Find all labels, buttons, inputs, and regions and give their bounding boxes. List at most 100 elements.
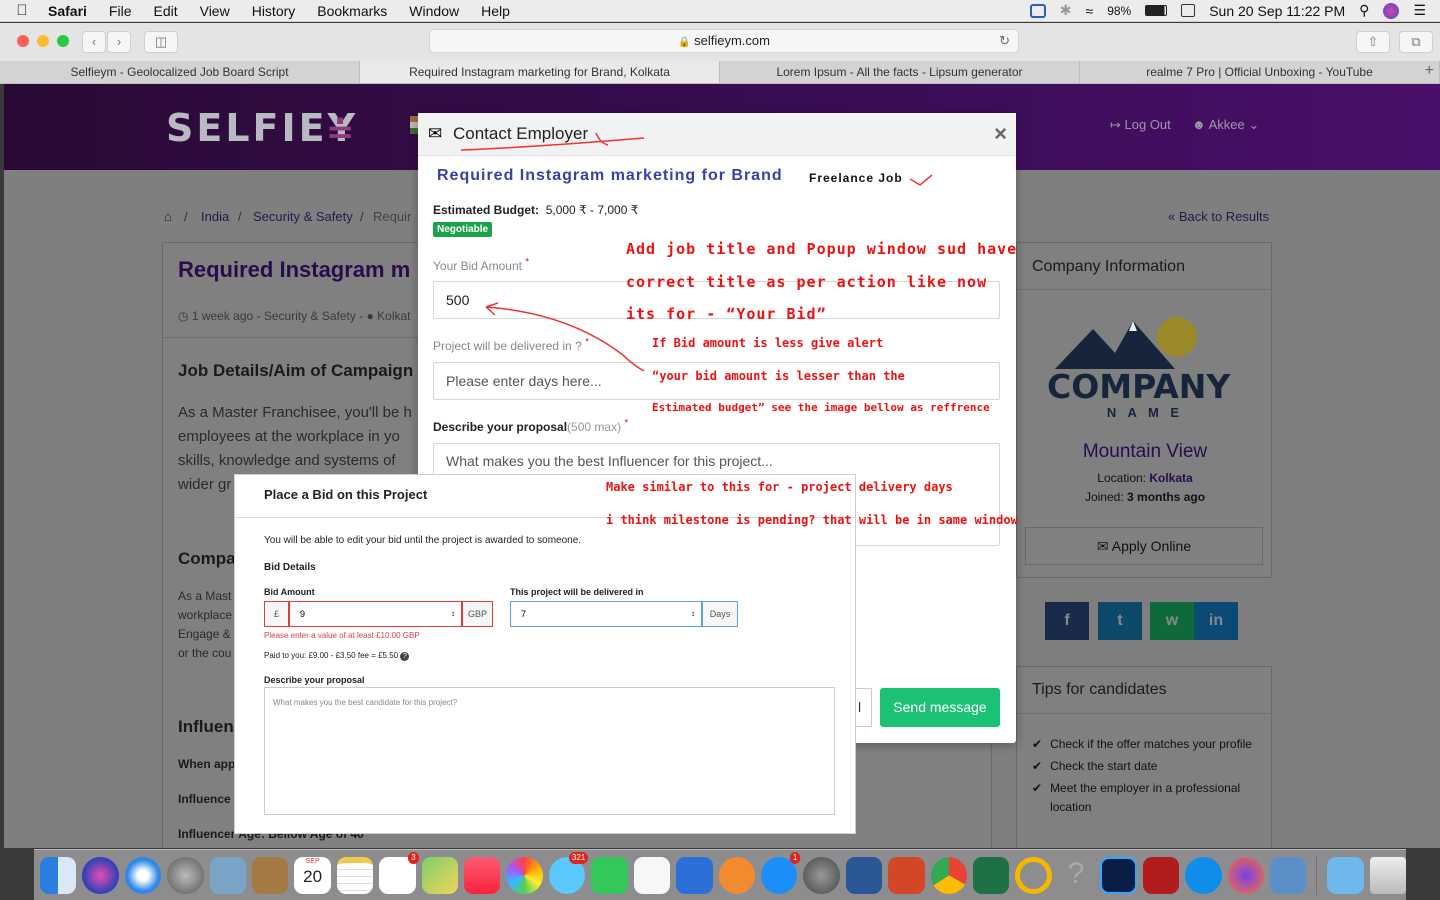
apply-online-button[interactable]: ✉ Apply Online — [1025, 527, 1263, 565]
calendar-icon[interactable]: SEP 20 — [294, 856, 331, 894]
annotation-text: Make similar to this for - project deliv… — [606, 480, 953, 494]
clock[interactable]: Sun 20 Sep 11:22 PM — [1209, 3, 1345, 19]
back-button[interactable]: ‹ — [82, 31, 106, 53]
finder-icon[interactable] — [40, 856, 77, 894]
tabs-overview-icon[interactable]: ⧉ — [1399, 31, 1433, 53]
stepper-icon[interactable]: ↕ — [691, 602, 695, 626]
section-job-details: Job Details/Aim of Campaign — [178, 361, 414, 380]
annotation-text: Estimated budget” see the image bellow a… — [652, 401, 990, 414]
bid-amount-input[interactable]: 9 ↕ — [289, 601, 462, 627]
trash-icon[interactable] — [1369, 856, 1407, 894]
music-icon[interactable] — [464, 856, 501, 894]
pages-icon[interactable] — [633, 856, 671, 894]
chrome-icon[interactable] — [930, 856, 967, 894]
breadcrumb-india[interactable]: India — [201, 209, 229, 224]
notes-icon[interactable] — [336, 856, 374, 894]
tab-selfieym[interactable]: Selfieym - Geolocalized Job Board Script — [0, 61, 360, 83]
when-label: When app — [178, 757, 236, 771]
stepper-icon[interactable]: ↕ — [451, 602, 455, 626]
tab-youtube[interactable]: realme 7 Pro | Official Unboxing - YouTu… — [1080, 61, 1440, 83]
image-capture-icon[interactable] — [1270, 856, 1307, 894]
help-icon[interactable]: ? — [1058, 857, 1094, 894]
excel-icon[interactable] — [972, 856, 1010, 894]
days-unit: Days — [702, 601, 738, 627]
proposal-textarea[interactable]: What makes you the best candidate for th… — [264, 687, 835, 815]
tab-lipsum[interactable]: Lorem Ipsum - All the facts - Lipsum gen… — [720, 61, 1080, 83]
job-meta: ◷ 1 week ago - Security & Safety - ● Kol… — [178, 309, 411, 323]
reminders-icon[interactable]: 3 — [379, 851, 419, 894]
menu-window[interactable]: Window — [398, 3, 470, 19]
launchpad-icon[interactable] — [167, 856, 204, 894]
firefox-icon[interactable] — [1227, 856, 1264, 894]
annotation-text: “your bid amount is lesser than the — [652, 369, 905, 383]
window-zoom-button[interactable] — [57, 35, 69, 47]
delivery-label: This project will be delivered in — [510, 587, 644, 597]
menu-bar:  Safari File Edit View History Bookmark… — [0, 0, 1440, 22]
preview-icon[interactable] — [209, 856, 247, 894]
annotation-text: its for - “Your Bid” — [626, 305, 827, 323]
tab-instagram-job[interactable]: Required Instagram marketing for Brand, … — [360, 61, 720, 83]
filezilla-icon[interactable] — [1142, 856, 1180, 894]
keynote-icon[interactable] — [676, 856, 713, 894]
forward-button[interactable]: › — [107, 31, 131, 53]
linkedin-share-button[interactable]: in — [1194, 602, 1238, 640]
system-preferences-icon[interactable] — [803, 856, 840, 894]
battery-icon[interactable] — [1145, 5, 1168, 16]
apple-icon[interactable]:  — [0, 2, 44, 19]
send-message-button[interactable]: Send message — [880, 688, 1000, 727]
spotlight-search-icon[interactable]: ⚲ — [1359, 2, 1369, 19]
photos-icon[interactable] — [506, 856, 543, 894]
new-tab-button[interactable]: + — [1425, 62, 1434, 80]
company-name[interactable]: Mountain View — [1017, 441, 1273, 463]
wifi-icon[interactable]: ≈ — [1086, 3, 1094, 19]
share-icon[interactable]: ⇧ — [1356, 31, 1390, 53]
word-icon[interactable] — [845, 856, 883, 894]
place-bid-title: Place a Bid on this Project — [264, 487, 428, 502]
powerpoint-icon[interactable] — [888, 856, 925, 894]
whatsapp-share-button[interactable]: w — [1150, 602, 1194, 640]
delivery-days-input[interactable]: 7 ↕ — [510, 601, 702, 627]
annotation-text: i think milestone is pending? that will … — [606, 513, 1018, 527]
twitter-share-button[interactable]: t — [1098, 602, 1142, 640]
home-icon[interactable]: ⌂ — [164, 209, 172, 224]
books-icon[interactable] — [718, 856, 755, 894]
maps-icon[interactable] — [421, 856, 459, 894]
battery-percent[interactable]: 98% — [1107, 4, 1131, 18]
tab-bar: Selfieym - Geolocalized Job Board Script… — [0, 61, 1440, 84]
address-bar[interactable]: 🔒 selfieym.com ↻ — [429, 29, 1019, 53]
breadcrumb-category[interactable]: Security & Safety — [253, 209, 353, 224]
menu-file[interactable]: File — [98, 3, 143, 19]
influencer-label: Influence — [178, 792, 231, 806]
facetime-icon[interactable] — [591, 856, 628, 894]
proposal-label: Describe your proposal — [264, 675, 365, 685]
section-influencer: Influen — [178, 717, 234, 736]
safari-icon[interactable] — [124, 856, 162, 894]
teamviewer-icon[interactable] — [1029, 3, 1046, 18]
menu-app[interactable]: Safari — [44, 3, 98, 19]
messages-icon[interactable]: 321 — [548, 851, 589, 894]
siri-icon[interactable] — [1383, 2, 1400, 19]
outlook-icon[interactable] — [1015, 856, 1052, 894]
menu-edit[interactable]: Edit — [142, 3, 188, 19]
facebook-share-button[interactable]: f — [1045, 602, 1089, 640]
window-close-button[interactable] — [17, 35, 29, 47]
photoshop-icon[interactable] — [1100, 856, 1137, 894]
calendar-icon[interactable] — [1181, 4, 1196, 17]
logo-mark-icon: ≐ — [326, 112, 355, 152]
breadcrumb-sep: / — [238, 209, 242, 224]
menu-help[interactable]: Help — [470, 3, 521, 19]
teamviewer-icon[interactable] — [1185, 856, 1222, 894]
notification-center-icon[interactable]: ☰ — [1413, 2, 1426, 19]
menu-view[interactable]: View — [189, 3, 241, 19]
help-icon[interactable]: ? — [400, 652, 410, 661]
window-minimize-button[interactable] — [37, 35, 49, 47]
sidebar-toggle-icon[interactable]: ◫ — [144, 31, 178, 53]
app-store-icon[interactable]: 1 — [760, 851, 801, 894]
contacts-icon[interactable] — [252, 856, 289, 894]
siri-icon[interactable] — [82, 856, 119, 894]
menu-history[interactable]: History — [241, 3, 307, 19]
menu-bookmarks[interactable]: Bookmarks — [306, 3, 398, 19]
bluetooth-icon[interactable]: ✱ — [1060, 2, 1072, 19]
downloads-folder-icon[interactable] — [1327, 856, 1364, 894]
reload-icon[interactable]: ↻ — [999, 30, 1010, 52]
